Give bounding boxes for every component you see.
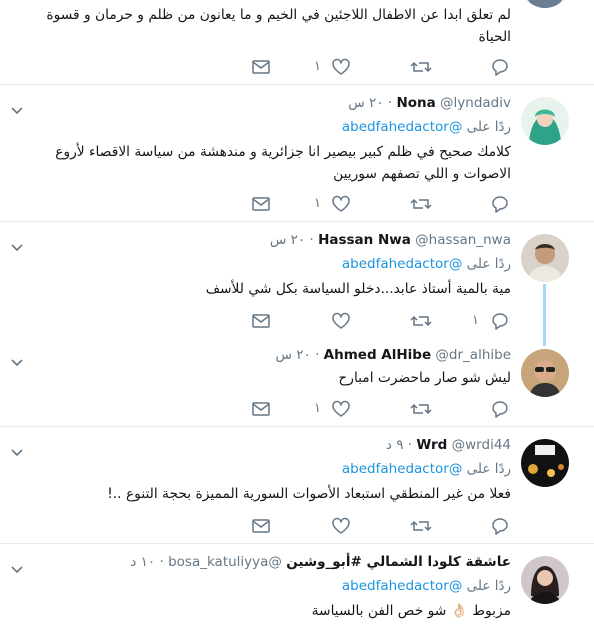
like-count: ١: [314, 196, 321, 211]
replying-label: ردًا على: [466, 119, 511, 135]
timestamp[interactable]: ١٠ د: [130, 554, 155, 570]
retweet-icon[interactable]: [410, 58, 432, 76]
like-icon[interactable]: [331, 400, 351, 418]
user-name[interactable]: عاشقة كلودا الشمالي #أبو_وشين: [286, 554, 511, 570]
dot-separator: ·: [407, 437, 413, 453]
user-name[interactable]: Ahmed AlHibe: [324, 347, 431, 363]
timestamp[interactable]: ٢٠ س: [270, 232, 305, 248]
tweet-text: مزبوط 👌🏻 شو خص الفن بالسياسة: [311, 603, 511, 619]
avatar[interactable]: [521, 0, 569, 8]
timestamp[interactable]: ٢٠ س: [275, 347, 310, 363]
dot-separator: ·: [315, 347, 320, 363]
user-handle[interactable]: @bosa_katuliyya: [168, 554, 282, 570]
retweet-icon[interactable]: [410, 517, 432, 535]
message-icon[interactable]: [251, 400, 271, 418]
avatar[interactable]: [521, 556, 569, 604]
tweet-text: فعلا من غير المنطقي استبعاد الأصوات السو…: [107, 486, 511, 502]
avatar[interactable]: [521, 234, 569, 282]
like-count: ١: [314, 59, 321, 74]
user-handle[interactable]: @hassan_nwa: [415, 232, 511, 248]
chevron-down-icon[interactable]: [10, 560, 24, 574]
user-name[interactable]: Hassan Nwa: [318, 232, 411, 248]
reply-icon[interactable]: [490, 195, 510, 213]
replying-label: ردًا على: [466, 461, 511, 477]
tweet-header: عاشقة كلودا الشمالي #أبو_وشين @bosa_katu…: [130, 554, 511, 570]
user-handle[interactable]: @lyndadiv: [440, 95, 511, 111]
chevron-down-icon[interactable]: [10, 353, 24, 367]
retweet-icon[interactable]: [410, 312, 432, 330]
user-handle[interactable]: @dr_alhibe: [435, 347, 511, 363]
avatar[interactable]: [521, 439, 569, 487]
reply-icon[interactable]: [490, 312, 510, 330]
tweet-actions: ١: [0, 400, 594, 420]
retweet-icon[interactable]: [410, 195, 432, 213]
reply-icon[interactable]: [490, 517, 510, 535]
tweet-header: Hassan Nwa @hassan_nwa · ٢٠ س: [270, 232, 511, 248]
like-icon[interactable]: [331, 195, 351, 213]
mention-link[interactable]: @abedfahedactor: [342, 461, 462, 477]
replying-label: ردًا على: [466, 578, 511, 594]
tweet-header: Wrd @wrdi44 · ٩ د: [386, 437, 511, 453]
message-icon[interactable]: [251, 58, 271, 76]
tweet-actions: ١: [0, 195, 594, 215]
like-icon[interactable]: [331, 517, 351, 535]
dot-separator: ·: [309, 232, 314, 248]
reply-icon[interactable]: [490, 58, 510, 76]
replying-to: ردًا على @abedfahedactor: [342, 461, 511, 477]
like-icon[interactable]: [331, 312, 351, 330]
like-icon[interactable]: [331, 58, 351, 76]
dot-separator: ·: [159, 554, 164, 570]
replying-to: ردًا على @abedfahedactor: [342, 119, 511, 135]
user-handle[interactable]: @wrdi44: [452, 437, 511, 453]
message-icon[interactable]: [251, 195, 271, 213]
mention-link[interactable]: @abedfahedactor: [342, 119, 462, 135]
chevron-down-icon[interactable]: [10, 443, 24, 457]
tweet-header: Ahmed AlHibe @dr_alhibe · ٢٠ س: [275, 347, 511, 363]
dot-separator: ·: [387, 95, 393, 111]
chevron-down-icon[interactable]: [10, 101, 24, 115]
timestamp[interactable]: ٢٠ س: [348, 95, 383, 111]
reply-icon[interactable]: [490, 400, 510, 418]
message-icon[interactable]: [251, 312, 271, 330]
chevron-down-icon[interactable]: [10, 238, 24, 252]
replying-to: ردًا على @abedfahedactor: [342, 578, 511, 594]
tweet-text: كلامك صحيح في ظلم كبير بيصير انا جزائرية…: [55, 144, 511, 182]
avatar[interactable]: [521, 97, 569, 145]
timestamp[interactable]: ٩ د: [386, 437, 404, 453]
reply-count: ١: [472, 313, 479, 328]
mention-link[interactable]: @abedfahedactor: [342, 256, 462, 272]
tweet-actions: [0, 517, 594, 537]
retweet-icon[interactable]: [410, 400, 432, 418]
mention-link[interactable]: @abedfahedactor: [342, 578, 462, 594]
message-icon[interactable]: [251, 517, 271, 535]
tweet-text: ليش شو صار ماحضرت امبارح: [338, 370, 511, 386]
tweet-header: Nona @lyndadiv · ٢٠ س: [348, 95, 511, 111]
tweet-actions: ١: [0, 58, 594, 78]
tweet-actions: ١: [0, 312, 594, 332]
tweet-text: لم تعلق ابدا عن الاطفال اللاجئين في الخي…: [46, 7, 511, 45]
replying-label: ردًا على: [466, 256, 511, 272]
user-name[interactable]: Nona: [396, 95, 435, 111]
like-count: ١: [314, 401, 321, 416]
avatar[interactable]: [521, 349, 569, 397]
replying-to: ردًا على @abedfahedactor: [342, 256, 511, 272]
user-name[interactable]: Wrd: [416, 437, 447, 453]
tweet-text: مية بالمية أستاذ عابد...دخلو السياسة بكل…: [205, 281, 511, 297]
tweet[interactable]: عاشقة كلودا الشمالي #أبو_وشين @bosa_katu…: [0, 544, 594, 644]
